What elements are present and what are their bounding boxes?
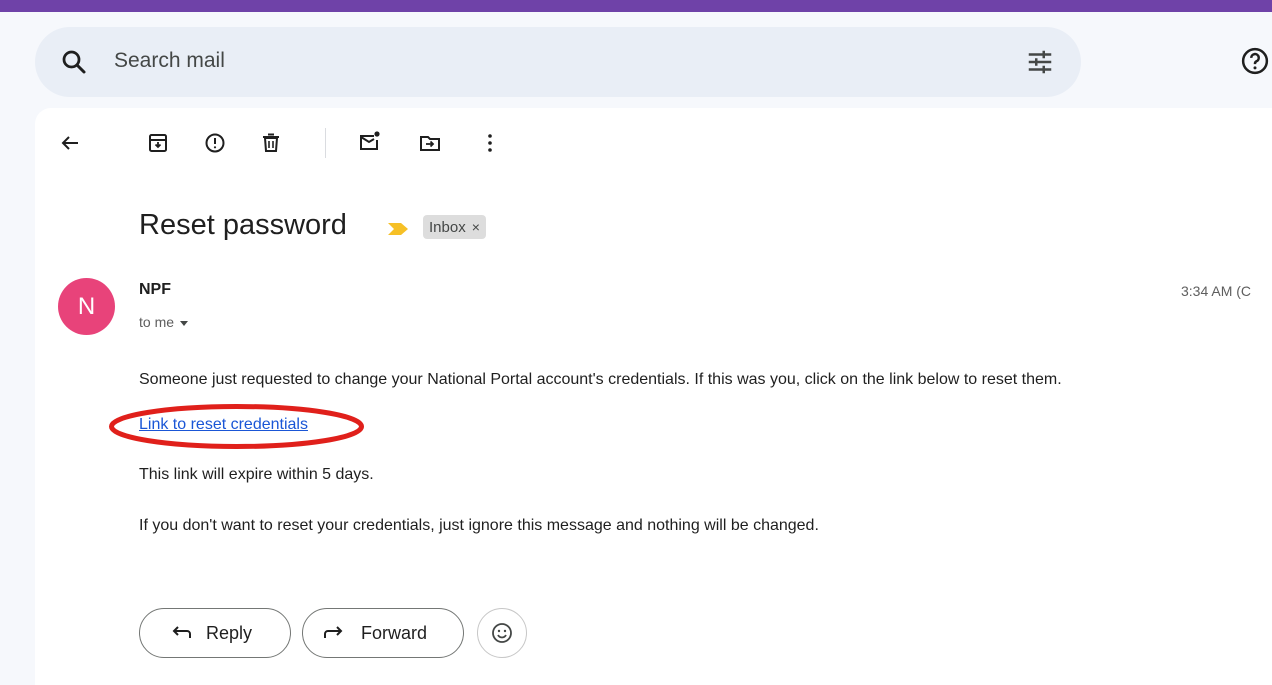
move-to-icon[interactable] — [418, 131, 442, 155]
body-paragraph-1: Someone just requested to change your Na… — [139, 371, 1062, 388]
search-bar[interactable]: Search mail — [35, 27, 1081, 97]
label-chip-inbox: Inbox × — [423, 215, 486, 239]
body-paragraph-2: This link will expire within 5 days. — [139, 466, 374, 483]
top-accent-bar — [0, 0, 1272, 12]
archive-icon[interactable] — [146, 131, 170, 155]
reply-button[interactable]: Reply — [139, 608, 291, 658]
search-input[interactable]: Search mail — [114, 49, 225, 73]
importance-marker-icon[interactable] — [387, 222, 409, 236]
sender-avatar[interactable]: N — [58, 278, 115, 335]
smiley-icon — [492, 623, 512, 643]
email-subject: Reset password — [139, 209, 347, 241]
details-dropdown-icon[interactable] — [180, 320, 189, 326]
reply-label: Reply — [206, 623, 253, 643]
label-chip-text: Inbox — [429, 219, 466, 236]
body-paragraph-3: If you don't want to reset your credenti… — [139, 517, 819, 534]
emoji-reaction-button[interactable] — [477, 608, 527, 658]
forward-label: Forward — [361, 623, 428, 643]
recipient-details[interactable]: to me — [139, 314, 189, 330]
remove-label-icon[interactable]: × — [472, 219, 480, 235]
highlight-ellipse — [109, 404, 364, 449]
report-spam-icon[interactable] — [203, 131, 227, 155]
mark-unread-icon[interactable] — [357, 129, 381, 153]
delete-icon[interactable] — [259, 131, 283, 155]
message-pane — [35, 108, 1272, 685]
recipient-label: to me — [139, 314, 175, 330]
help-icon[interactable] — [1240, 46, 1270, 76]
toolbar-divider — [325, 128, 326, 158]
forward-icon — [324, 626, 343, 638]
search-options-icon[interactable] — [1025, 47, 1055, 77]
reply-icon — [172, 626, 191, 638]
sender-name[interactable]: NPF — [139, 281, 171, 299]
back-arrow-icon[interactable] — [58, 131, 82, 155]
more-options-icon[interactable] — [478, 131, 502, 155]
search-icon[interactable] — [59, 47, 89, 77]
message-timestamp: 3:34 AM (C — [1181, 283, 1252, 299]
forward-button[interactable]: Forward — [302, 608, 464, 658]
